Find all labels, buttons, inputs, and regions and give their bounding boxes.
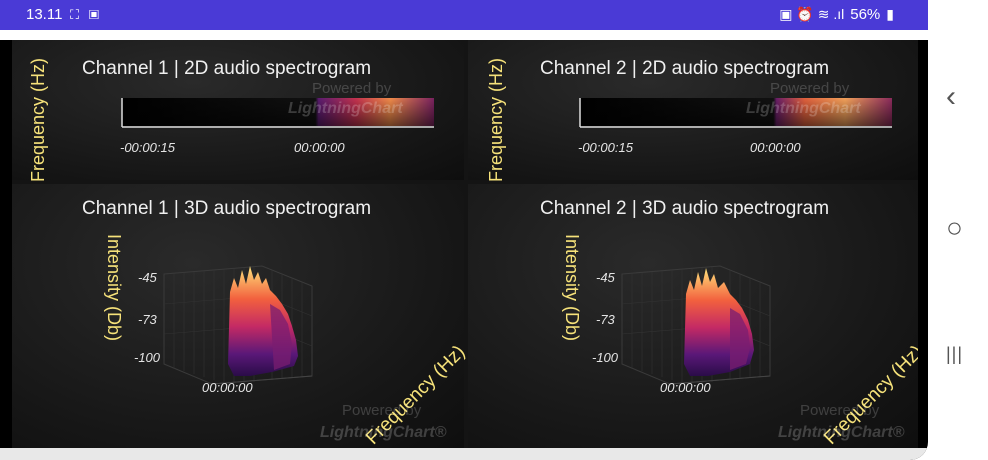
chart-title: Channel 1 | 3D audio spectrogram [82, 198, 372, 219]
device-screen: 13.11 ⛶ ▣ ▣ ⏰ ≋ .ıl 56% ▮ Frequency (Hz)… [0, 0, 928, 460]
watermark-lightningchart: LightningChart® [778, 424, 905, 441]
watermark-powered-by: Powered by [770, 80, 850, 97]
x-tick-label: -00:00:15 [578, 140, 633, 155]
status-time: 13.11 [26, 6, 63, 23]
y-axis-label: Intensity (Db) [562, 234, 582, 342]
y-tick-label: -100 [592, 350, 619, 365]
chart-panel-ch1-3d[interactable]: Channel 1 | 3D audio spectrogram Intensi… [12, 184, 469, 448]
chart-title: Channel 1 | 2D audio spectrogram [82, 58, 372, 79]
y-tick-label: -45 [138, 270, 157, 285]
watermark-powered-by: Powered by [312, 80, 392, 97]
y-axis-label: Frequency (Hz) [486, 57, 506, 182]
watermark-powered-by: Powered by [800, 402, 880, 419]
battery-percent: 56% [850, 6, 881, 23]
chart-panel-ch2-3d[interactable]: Channel 2 | 3D audio spectrogram Intensi… [468, 184, 918, 448]
app-bottom-margin [0, 448, 928, 460]
y-tick-label: -73 [138, 312, 157, 327]
x-tick-label: 00:00:00 [660, 380, 711, 395]
watermark-powered-by: Powered by [342, 402, 422, 419]
status-bar: 13.11 ⛶ ▣ ▣ ⏰ ≋ .ıl 56% ▮ [0, 0, 928, 30]
chart-panel-ch2-2d[interactable]: Frequency (Hz) Channel 2 | 2D audio spec… [468, 40, 918, 182]
y-tick-label: -73 [596, 312, 615, 327]
chart-title: Channel 2 | 2D audio spectrogram [540, 58, 830, 79]
y-tick-label: -100 [134, 350, 161, 365]
battery-icon: ▮ [886, 6, 894, 22]
app-top-margin [0, 30, 928, 40]
notification-icons: ⛶ ▣ [70, 7, 103, 22]
recents-button[interactable]: ||| [946, 344, 963, 365]
y-axis-label: Frequency (Hz) [28, 57, 48, 182]
x-tick-label: 00:00:00 [750, 140, 801, 155]
home-button[interactable]: ○ [946, 212, 963, 244]
y-axis-label: Intensity (Db) [104, 234, 124, 342]
watermark-lightningchart: LightningChart® [320, 424, 447, 441]
chart-title: Channel 2 | 3D audio spectrogram [540, 198, 830, 219]
x-tick-label: 00:00:00 [202, 380, 253, 395]
chart-panel-ch1-2d[interactable]: Frequency (Hz) Channel 1 | 2D audio spec… [12, 40, 464, 182]
system-status-icons: ▣ ⏰ ≋ .ıl [779, 6, 845, 22]
dashboard: Frequency (Hz) Channel 1 | 2D audio spec… [12, 40, 918, 448]
spectrogram-3d [621, 265, 771, 385]
watermark-lightningchart: LightningChart [288, 100, 403, 117]
status-icons: ▣ ⏰ ≋ .ıl 56% ▮ [779, 6, 894, 23]
x-tick-label: -00:00:15 [120, 140, 175, 155]
navigation-bar: ‹ ○ ||| [928, 0, 988, 460]
y-tick-label: -45 [596, 270, 615, 285]
x-tick-label: 00:00:00 [294, 140, 345, 155]
spectrogram-3d [163, 265, 313, 385]
watermark-lightningchart: LightningChart [746, 100, 861, 117]
back-button[interactable]: ‹ [946, 80, 956, 114]
